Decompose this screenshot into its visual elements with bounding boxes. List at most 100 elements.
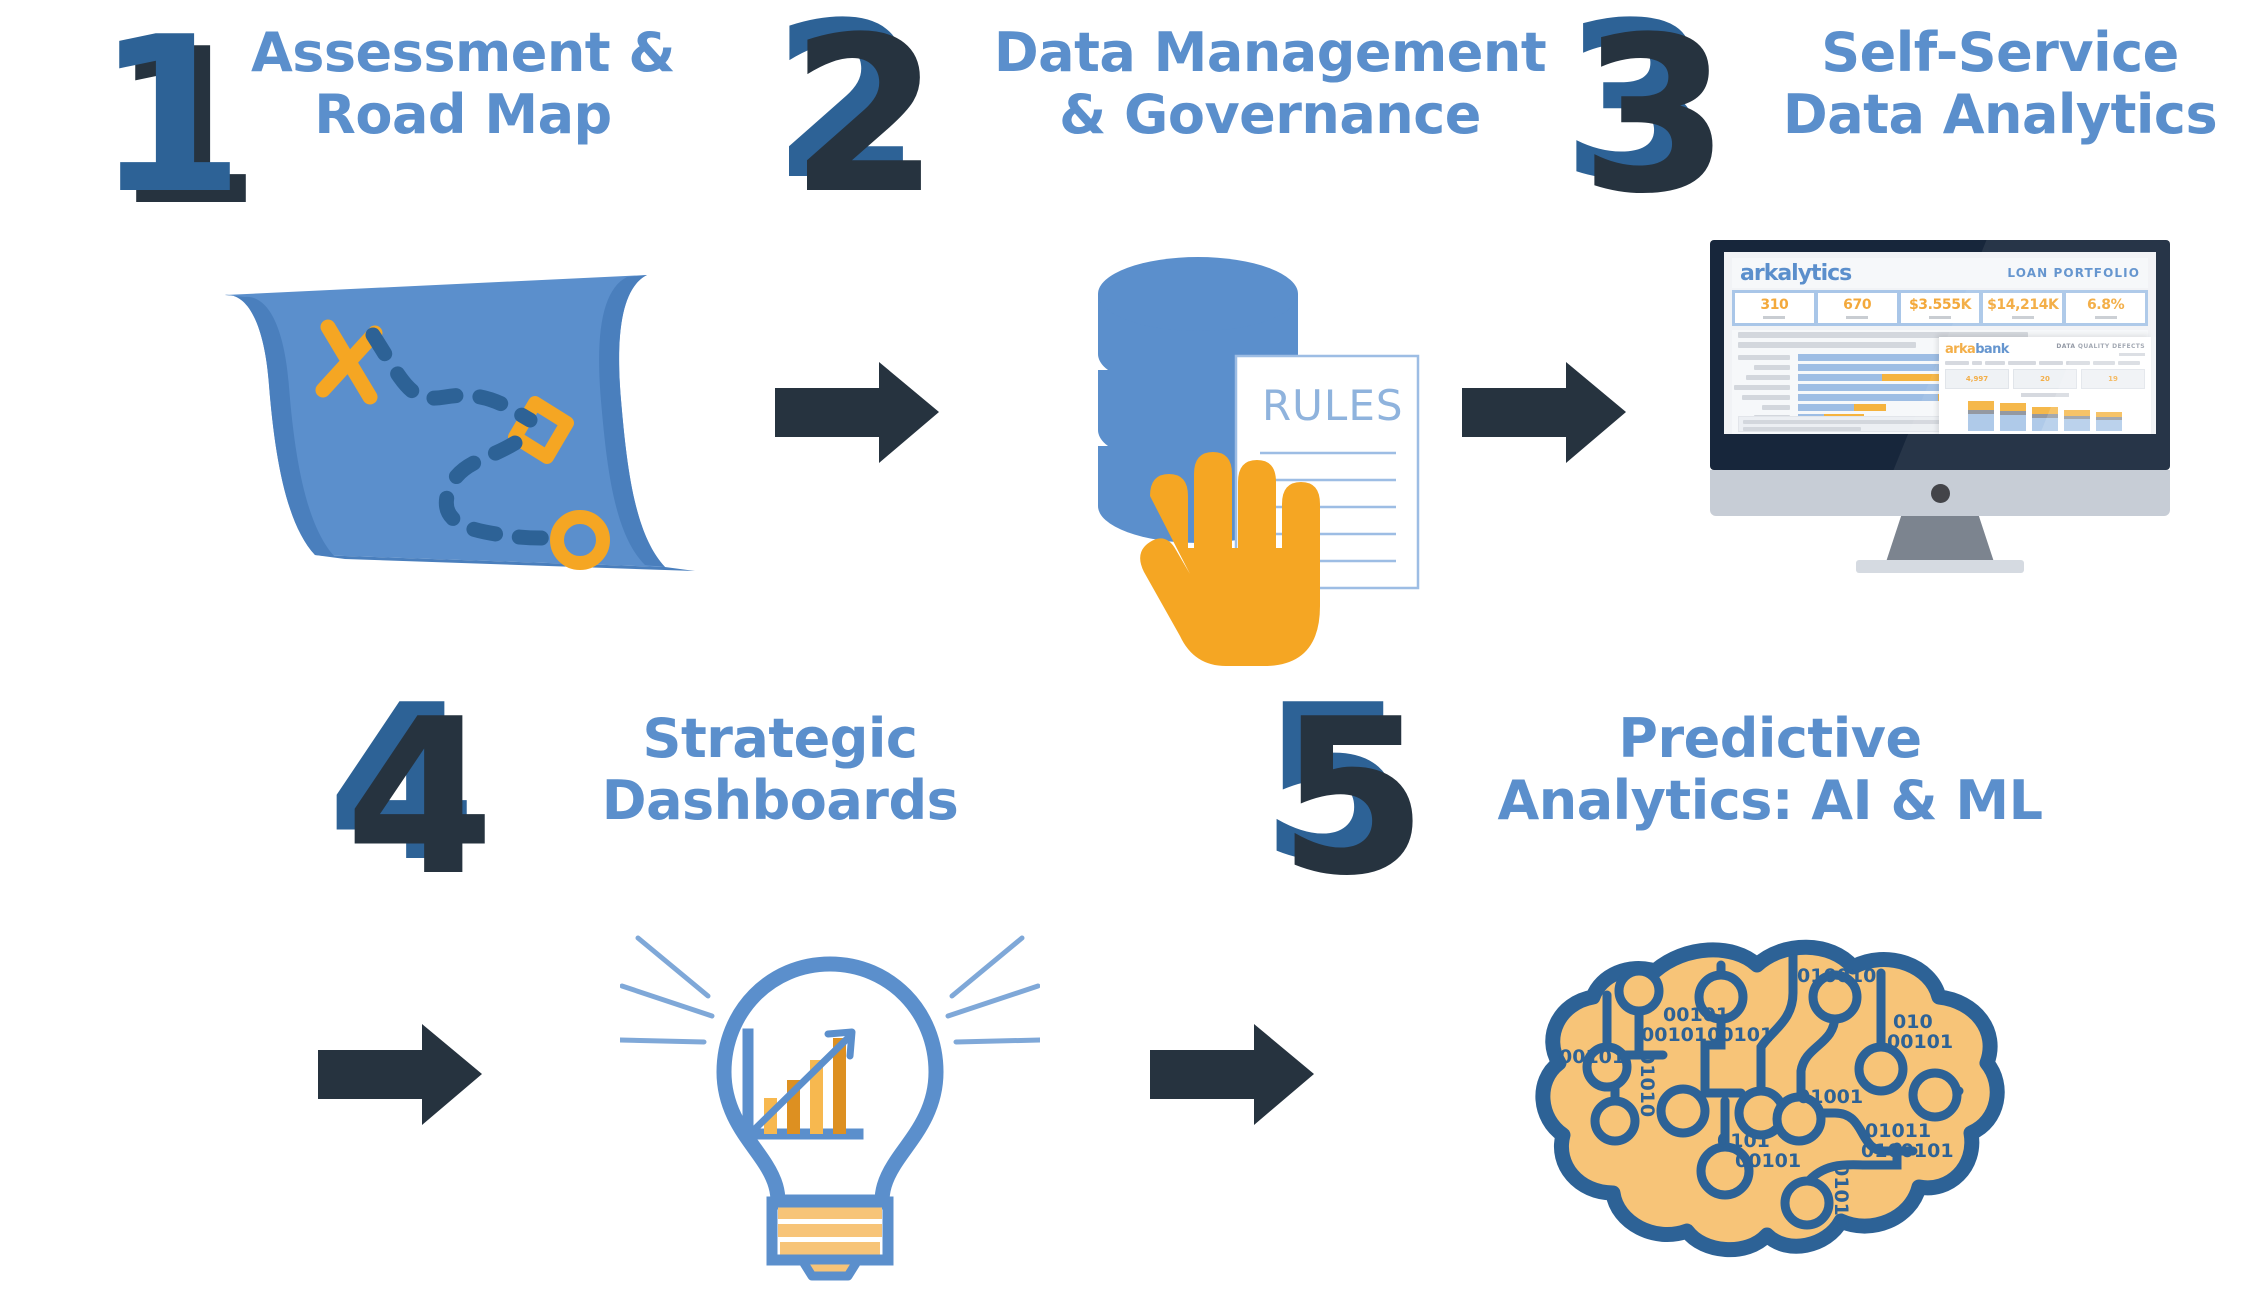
- kpi-card[interactable]: 310: [1735, 293, 1814, 323]
- kpi-row: 310 670 $3.555K $14,214K 6.8%: [1732, 290, 2148, 326]
- arkabank-kpi-card[interactable]: 20: [2013, 369, 2077, 389]
- filter-chip[interactable]: [1972, 361, 1982, 365]
- placeholder-line: [1743, 420, 1955, 424]
- filter-chip[interactable]: [2008, 361, 2036, 365]
- filter-chip[interactable]: [2066, 361, 2090, 365]
- arkabank-panel: arkabank DATA QUALITY DEFECTS 4,997 20 1…: [1939, 337, 2156, 434]
- filter-chip[interactable]: [1945, 361, 1969, 365]
- placeholder-line: [1738, 342, 1916, 348]
- stacked-column-chart: [1939, 397, 2151, 431]
- brain-binary-label: 0100101: [1861, 1140, 1954, 1162]
- step-title-1: Assessment & Road Map: [228, 22, 698, 146]
- bar-segment-blue: [1798, 374, 1882, 381]
- brain-binary-label: 010: [1893, 1011, 1933, 1033]
- column-segment-orange: [2000, 403, 2026, 411]
- step-title-5-line2: Analytics: AI & ML: [1497, 769, 2043, 832]
- step-title-2: Data Management & Governance: [960, 22, 1580, 146]
- bar-label: [1742, 395, 1790, 400]
- lightbulb-chart-icon: [620, 920, 1040, 1290]
- arrow-step1-to-step2: [775, 360, 940, 465]
- bar-segment-blue: [1798, 404, 1854, 411]
- kpi-underline: [2094, 316, 2117, 319]
- stacked-column: [2096, 412, 2122, 431]
- dashboard-header: arkalytics LOAN PORTFOLIO: [1732, 258, 2148, 288]
- brain-binary-label: 00101: [1663, 1004, 1729, 1026]
- step-title-1-line1: Assessment &: [250, 21, 676, 84]
- column-segment-blue: [2032, 418, 2058, 431]
- monitor-screen: arkalytics LOAN PORTFOLIO 310 670 $3.555…: [1724, 252, 2156, 434]
- kpi-card[interactable]: $14,214K: [1983, 293, 2063, 323]
- bar-segment-blue: [1798, 394, 1938, 401]
- kpi-value: 6.8%: [2086, 297, 2125, 313]
- filter-chip-row: [1939, 357, 2151, 365]
- filter-chip[interactable]: [2093, 361, 2115, 365]
- arkabank-logo-part1: arka: [1945, 342, 1976, 357]
- title-underline: [2119, 353, 2145, 356]
- bar-label: [1762, 405, 1790, 410]
- bulb-base: [766, 1196, 894, 1281]
- step-title-5: Predictive Analytics: AI & ML: [1460, 708, 2080, 832]
- database-rules-icon: RULES: [1080, 248, 1460, 668]
- kpi-underline: [1846, 316, 1869, 319]
- step-number-1-front: 1: [95, 0, 245, 241]
- brain-binary-label: 01010: [1830, 1163, 1852, 1229]
- arkabank-kpi-value: 20: [2040, 375, 2050, 383]
- kpi-value: 310: [1760, 297, 1789, 313]
- column-segment-blue: [2064, 419, 2090, 431]
- infographic-canvas: 1 1 Assessment & Road Map 2 2 Data Manag…: [0, 0, 2261, 1286]
- chart-legend: [1939, 431, 2151, 434]
- arkabank-kpi-card[interactable]: 4,997: [1945, 369, 2009, 389]
- hand-icon: [1140, 452, 1320, 666]
- arkabank-logo-part2: bank: [1975, 342, 2009, 357]
- brain-circuit-icon: 010010 00101 0010100101 010 00101 00101 …: [1535, 935, 2015, 1265]
- brain-binary-label: 00101: [1559, 1046, 1625, 1068]
- placeholder-line: [1743, 427, 1861, 431]
- step-number-4-front: 4: [345, 672, 495, 923]
- step-title-1-line2: Road Map: [314, 83, 612, 146]
- brain-binary-label: 01010: [1636, 1051, 1658, 1117]
- bar-segment-blue: [1798, 354, 1956, 361]
- arkabank-logo: arkabank: [1945, 342, 2009, 357]
- arkabank-kpi-value: 19: [2108, 375, 2118, 383]
- step-title-2-line1: Data Management: [993, 21, 1547, 84]
- filter-chip[interactable]: [1985, 361, 2005, 365]
- column-segment-blue: [2000, 415, 2026, 431]
- monitor-stand-base: [1856, 560, 2024, 573]
- bar-label: [1734, 385, 1790, 390]
- column-segment-blue: [2096, 420, 2122, 431]
- kpi-card[interactable]: 6.8%: [2066, 293, 2145, 323]
- arkabank-kpi-value: 4,997: [1965, 375, 1989, 383]
- filter-chip[interactable]: [2039, 361, 2063, 365]
- arkabank-kpi-row: 4,997 20 19: [1939, 365, 2151, 389]
- stacked-column: [2000, 403, 2026, 431]
- kpi-value: 670: [1843, 297, 1872, 313]
- brain-binary-label: 01001: [1797, 1086, 1863, 1108]
- arrow-step2-to-step3: [1462, 360, 1627, 465]
- kpi-underline: [2011, 316, 2034, 319]
- arkabank-report-title: DATA QUALITY DEFECTS: [2056, 343, 2145, 356]
- brain-binary-label: 01011: [1865, 1120, 1931, 1142]
- bar-label: [1746, 375, 1790, 380]
- bar-label: [1754, 365, 1790, 370]
- roadmap-icon: [195, 235, 725, 580]
- kpi-card[interactable]: $3.555K: [1900, 293, 1980, 323]
- step-title-3-line2: Data Analytics: [1782, 83, 2218, 146]
- arkabank-kpi-card[interactable]: 19: [2081, 369, 2145, 389]
- arrow-step4-to-step5: [1150, 1022, 1315, 1127]
- monitor-camera-dot: [1931, 484, 1950, 503]
- stacked-column: [2064, 410, 2090, 431]
- kpi-value: $3.555K: [1908, 297, 1972, 313]
- light-rays: [620, 935, 1040, 1045]
- dashboard-report-title: LOAN PORTFOLIO: [2007, 266, 2140, 280]
- step-title-4-line1: Strategic: [642, 707, 918, 770]
- column-segment-blue: [1968, 414, 1994, 431]
- arkalytics-logo: arkalytics: [1740, 260, 1852, 286]
- filter-chip[interactable]: [2118, 361, 2140, 365]
- kpi-value: $14,214K: [1987, 297, 2059, 313]
- step-number-3-front: 3: [1580, 0, 1730, 241]
- column-segment-orange: [1968, 401, 1994, 410]
- column-segment-orange: [2032, 407, 2058, 414]
- step-title-5-line1: Predictive: [1618, 707, 1922, 770]
- step-number-2-front: 2: [790, 0, 940, 241]
- kpi-card[interactable]: 670: [1817, 293, 1897, 323]
